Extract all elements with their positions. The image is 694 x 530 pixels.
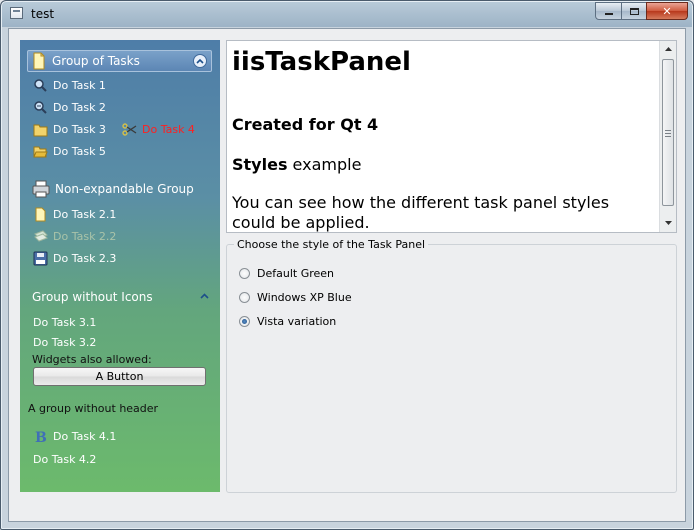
maximize-button[interactable] — [621, 2, 647, 20]
style-group-box — [226, 244, 677, 493]
task-label: Do Task 4 — [142, 123, 195, 136]
task-label: Do Task 5 — [53, 145, 106, 158]
scissors-icon — [122, 123, 137, 136]
title-bar[interactable]: test ✕ — [1, 1, 693, 27]
text-browser[interactable]: iisTaskPanel Created for Qt 4 Styles exa… — [226, 40, 677, 233]
open-folder-icon — [33, 146, 48, 158]
radio-label: Windows XP Blue — [257, 291, 352, 304]
chevron-up-icon — [196, 58, 204, 64]
radio-vista-variation[interactable]: Vista variation — [239, 315, 336, 328]
zoom-icon — [34, 101, 47, 114]
group-title: Group without Icons — [32, 290, 153, 304]
arrow-up-icon — [664, 47, 672, 51]
task-do-task-2-3[interactable]: Do Task 2.3 — [33, 251, 116, 266]
task-do-task-2-1[interactable]: Do Task 2.1 — [33, 207, 116, 222]
minimize-button[interactable] — [595, 2, 622, 20]
bold-b-icon: B — [35, 430, 47, 444]
task-label: Do Task 2.1 — [53, 208, 117, 221]
radio-label: Default Green — [257, 267, 334, 280]
task-label: Do Task 3.1 — [33, 316, 97, 329]
group-title: Non-expandable Group — [55, 182, 194, 196]
radio-indicator — [239, 292, 250, 303]
maximize-icon — [629, 7, 639, 15]
task-label: Do Task 2.3 — [53, 252, 117, 265]
styles-rest: example — [287, 155, 362, 174]
magnifier-icon — [34, 79, 47, 92]
task-do-task-2-2: Do Task 2.2 — [33, 229, 116, 244]
minimize-icon — [604, 13, 613, 15]
grip-icon — [665, 130, 671, 139]
group-without-header-label: A group without header — [28, 402, 159, 415]
task-panel: Group of Tasks Do Task 1 Do Task 2 Do Ta… — [20, 40, 220, 492]
radio-indicator-selected — [239, 316, 250, 327]
chevron-up-icon[interactable] — [200, 293, 209, 299]
vertical-scrollbar[interactable] — [659, 41, 676, 232]
task-label: Do Task 3 — [53, 123, 106, 136]
task-label: Do Task 2 — [53, 101, 106, 114]
widgets-label: Widgets also allowed: — [32, 353, 152, 366]
task-label: Do Task 3.2 — [33, 336, 97, 349]
collapse-button[interactable] — [193, 54, 207, 68]
styles-line: Styles example — [232, 155, 361, 174]
radio-label: Vista variation — [257, 315, 337, 328]
group-header-without-icons[interactable]: Group without Icons — [27, 286, 212, 308]
app-icon — [10, 7, 23, 19]
task-do-task-5[interactable]: Do Task 5 — [33, 144, 106, 159]
task-do-task-4-2[interactable]: Do Task 4.2 — [33, 453, 96, 466]
scroll-thumb[interactable] — [662, 59, 674, 206]
floppy-disk-icon — [33, 251, 48, 266]
folder-icon — [33, 124, 48, 137]
subheading: Created for Qt 4 — [232, 115, 379, 134]
app-window: test ✕ Group of Tasks Do Task 1 Do Task … — [0, 0, 694, 530]
scroll-down-button[interactable] — [660, 215, 676, 231]
arrow-down-icon — [664, 221, 672, 225]
document-icon — [33, 52, 45, 70]
radio-indicator — [239, 268, 250, 279]
styles-bold: Styles — [232, 155, 288, 174]
page-title: iisTaskPanel — [232, 47, 411, 77]
task-label: Do Task 4.1 — [53, 430, 117, 443]
task-do-task-3-1[interactable]: Do Task 3.1 — [33, 316, 96, 329]
scroll-up-button[interactable] — [660, 41, 676, 57]
documents-icon — [34, 230, 48, 242]
task-do-task-4[interactable]: Do Task 4 — [122, 122, 195, 137]
a-button[interactable]: A Button — [33, 367, 206, 386]
task-do-task-3[interactable]: Do Task 3 — [33, 122, 106, 137]
radio-windows-xp-blue[interactable]: Windows XP Blue — [239, 291, 352, 304]
window-title: test — [31, 7, 55, 21]
close-icon: ✕ — [662, 4, 672, 18]
svg-text:B: B — [35, 430, 47, 444]
client-area: Group of Tasks Do Task 1 Do Task 2 Do Ta… — [8, 28, 686, 522]
printer-icon — [32, 180, 50, 198]
task-do-task-4-1[interactable]: B Do Task 4.1 — [33, 429, 116, 444]
group-header-tasks[interactable]: Group of Tasks — [27, 50, 212, 72]
task-do-task-2[interactable]: Do Task 2 — [33, 100, 106, 115]
task-label: Do Task 4.2 — [33, 453, 97, 466]
task-label: Do Task 1 — [53, 79, 106, 92]
description-paragraph: You can see how the different task panel… — [232, 193, 610, 232]
task-label: Do Task 2.2 — [53, 230, 117, 243]
group-header-non-expandable: Non-expandable Group — [27, 178, 212, 200]
close-button[interactable]: ✕ — [646, 2, 688, 20]
task-do-task-1[interactable]: Do Task 1 — [33, 78, 106, 93]
group-title: Group of Tasks — [52, 54, 140, 68]
radio-default-green[interactable]: Default Green — [239, 267, 334, 280]
task-do-task-3-2[interactable]: Do Task 3.2 — [33, 336, 96, 349]
document-icon — [35, 207, 46, 222]
style-group-title: Choose the style of the Task Panel — [234, 238, 429, 251]
